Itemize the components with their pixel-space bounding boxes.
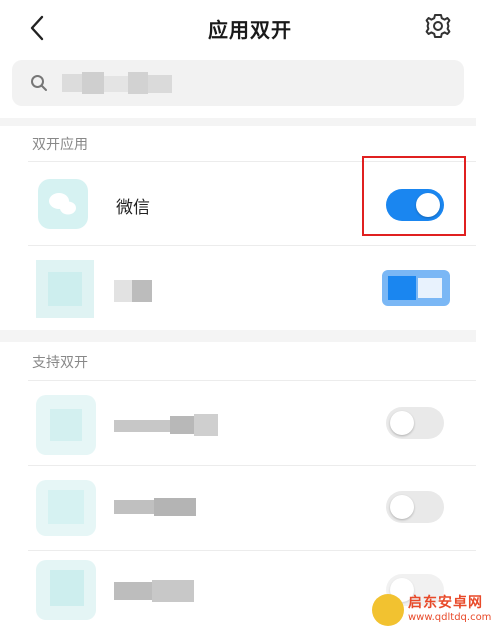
app-name-blurred <box>114 414 218 436</box>
app-icon-wechat <box>38 179 88 229</box>
app-icon-blurred <box>36 395 96 455</box>
toggle-knob <box>390 411 414 435</box>
toggle-switch[interactable] <box>386 407 444 439</box>
toggle-switch-blurred[interactable] <box>382 270 450 306</box>
app-icon-blurred <box>36 480 96 536</box>
watermark-logo: 启东安卓网 www.qdltdq.com <box>368 588 500 632</box>
divider <box>28 245 476 246</box>
divider <box>28 380 476 381</box>
toggle-switch[interactable] <box>386 491 444 523</box>
search-icon <box>31 75 47 91</box>
wechat-icon <box>49 193 76 215</box>
app-name-blurred <box>114 580 194 602</box>
app-name: 微信 <box>116 198 150 218</box>
watermark-text: 启东安卓网 <box>408 595 483 611</box>
divider <box>28 550 476 551</box>
section-separator <box>0 118 476 126</box>
app-name-blurred <box>114 280 152 302</box>
gear-icon <box>425 14 451 38</box>
toggle-knob <box>390 495 414 519</box>
section-separator <box>0 330 476 342</box>
watermark-url: www.qdltdq.com <box>408 612 492 623</box>
app-name-blurred <box>114 496 196 518</box>
section-title-supported: 支持双开 <box>32 355 88 371</box>
section-title-dual-apps: 双开应用 <box>32 137 88 153</box>
divider <box>28 465 476 466</box>
settings-button[interactable] <box>422 10 454 42</box>
app-icon-blurred <box>36 260 94 318</box>
watermark-emblem <box>372 594 404 626</box>
blurred-placeholder <box>62 72 172 94</box>
app-icon-blurred <box>36 560 96 620</box>
search-bar[interactable] <box>12 60 464 106</box>
highlight-box <box>362 156 466 236</box>
app-header: 应用双开 <box>0 0 500 56</box>
